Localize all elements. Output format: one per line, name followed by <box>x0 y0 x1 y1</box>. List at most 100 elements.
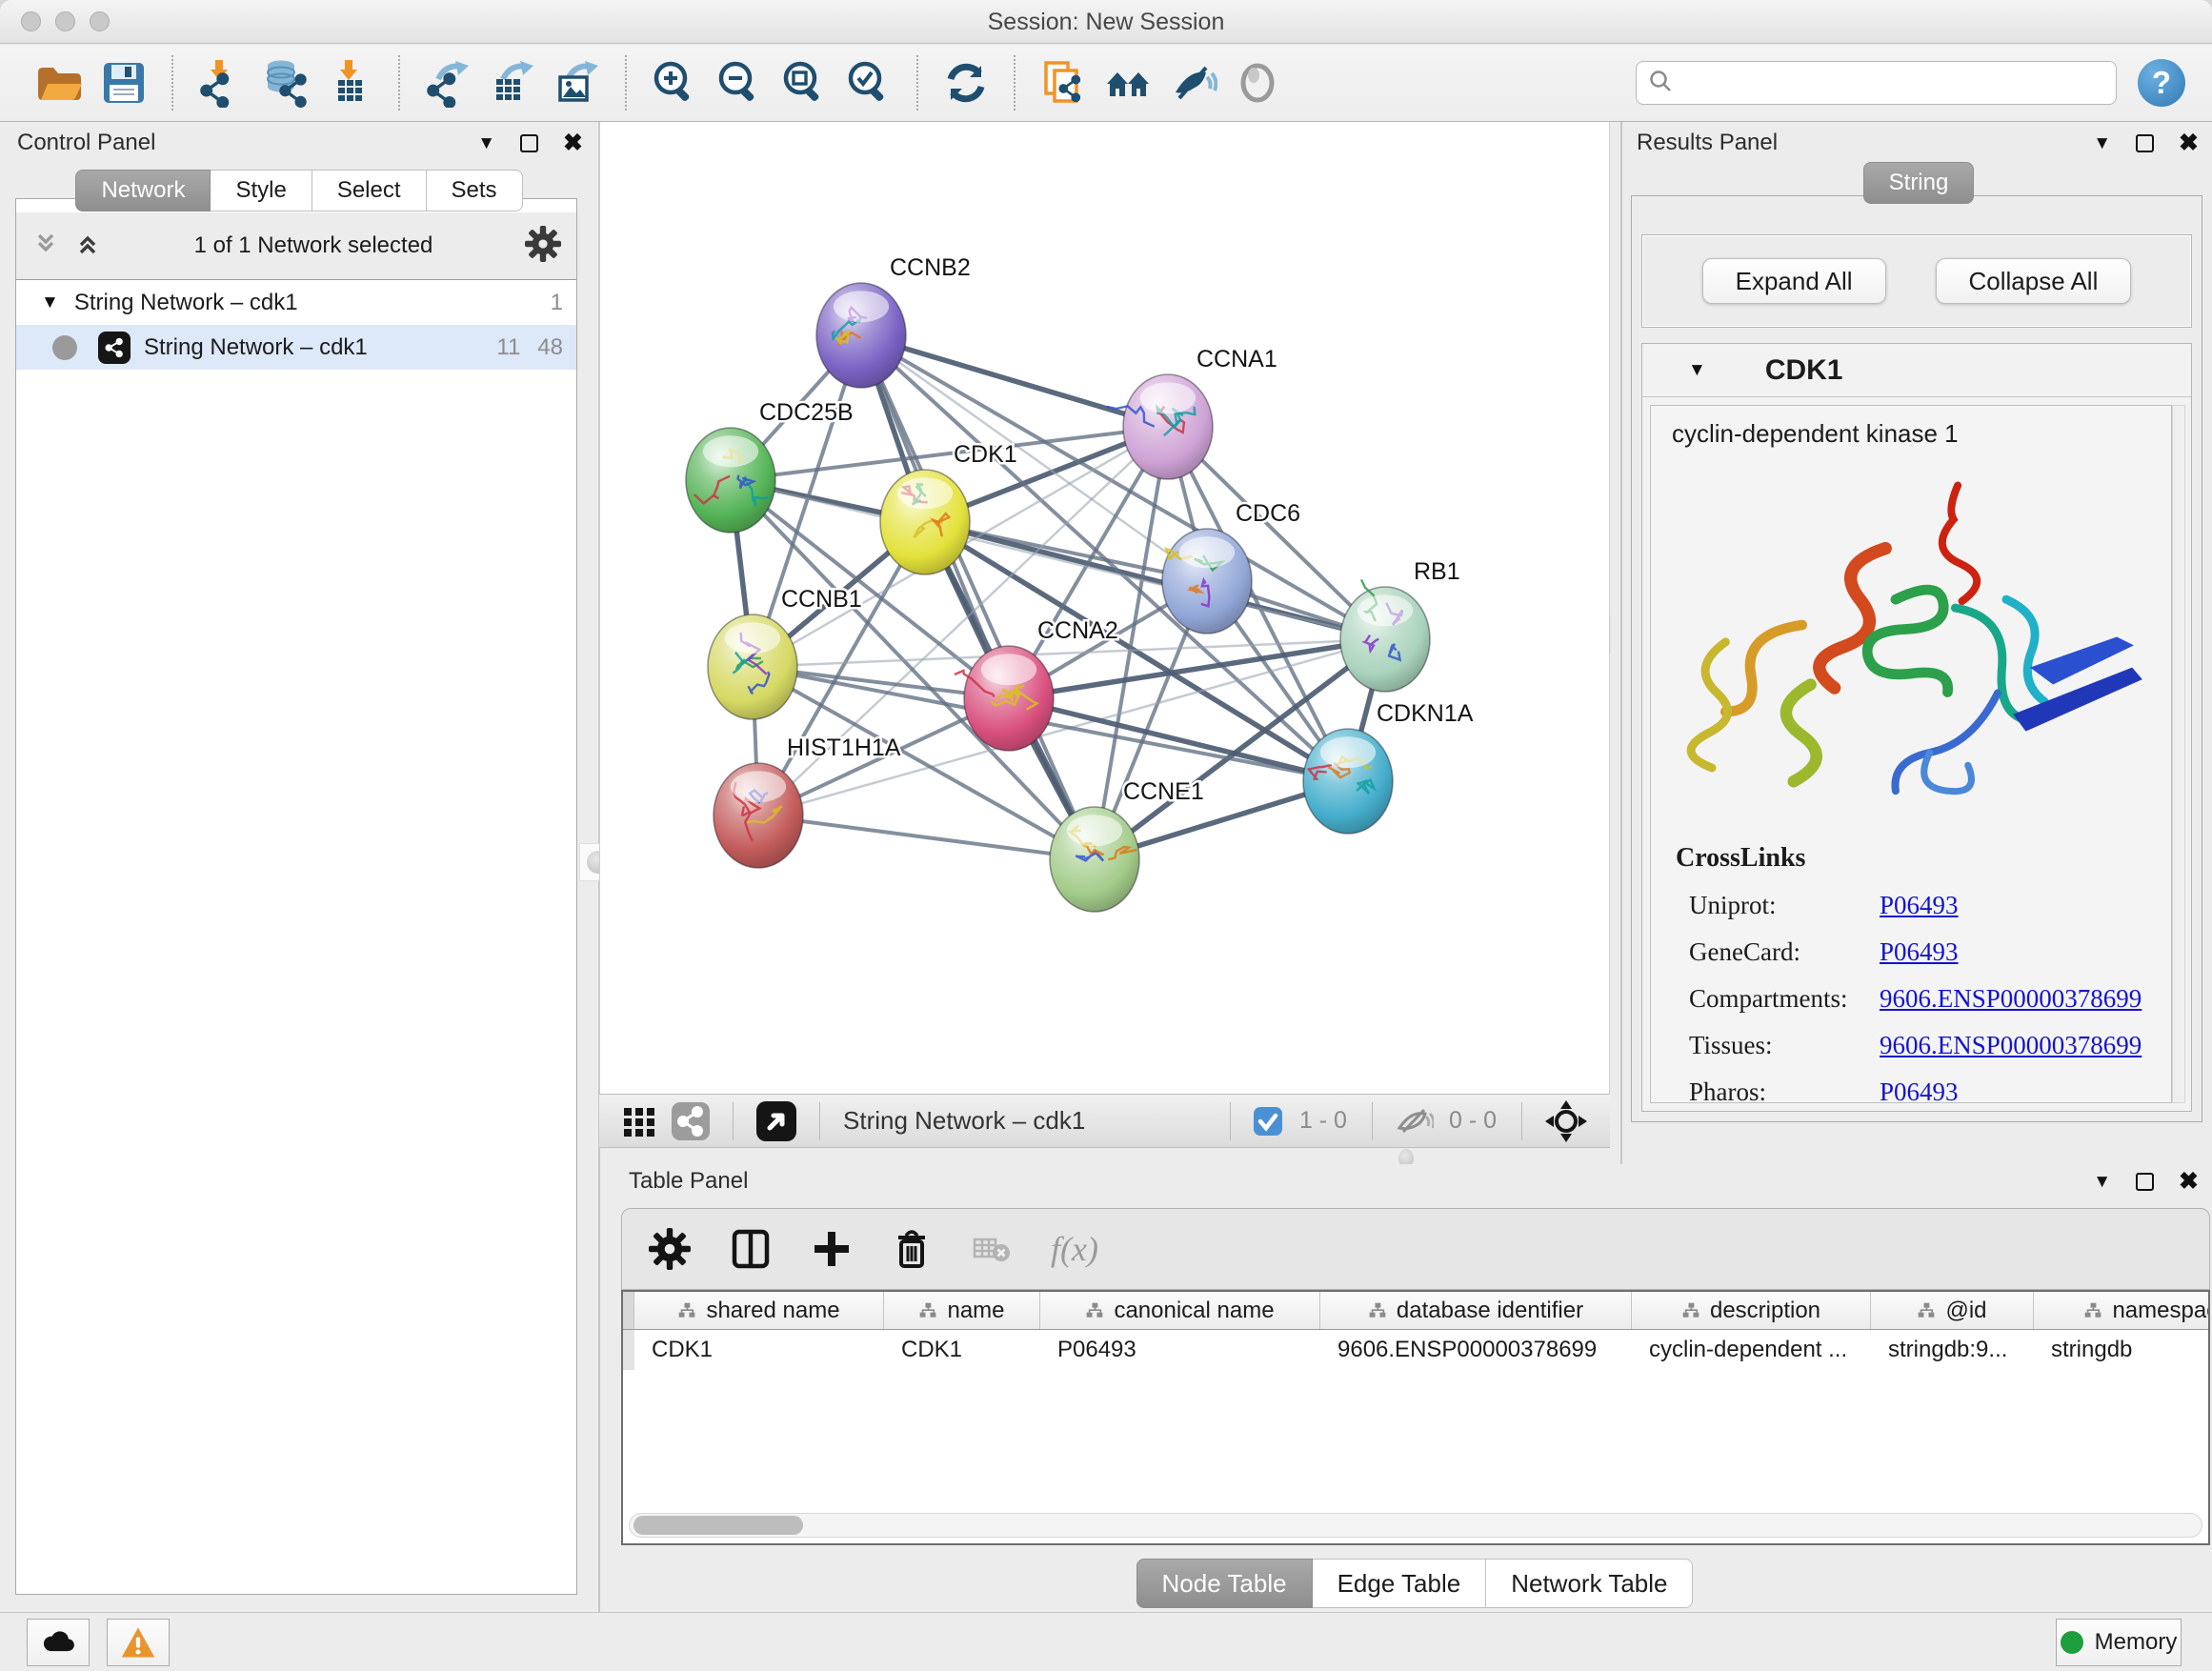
zoom-selected-button[interactable] <box>841 55 896 111</box>
table-cell[interactable]: 9606.ENSP00000378699 <box>1320 1330 1632 1370</box>
cloud-status-button[interactable] <box>27 1619 90 1666</box>
table-settings-gear-icon[interactable] <box>649 1228 691 1270</box>
gene-entry-collapse-icon[interactable]: ▼ <box>1688 361 1706 379</box>
table-cell[interactable]: P06493 <box>1040 1330 1320 1370</box>
export-table-button[interactable] <box>485 55 540 111</box>
first-neighbors-button[interactable] <box>1100 55 1156 111</box>
import-network-from-file-button[interactable] <box>193 55 249 111</box>
network-status-dot <box>52 335 77 360</box>
clone-network-button[interactable] <box>1036 55 1091 111</box>
node-CCNA1[interactable]: CCNA1 <box>1107 346 1277 479</box>
control-panel-close-icon[interactable]: ✖ <box>563 131 583 155</box>
search-box[interactable] <box>1636 61 2117 105</box>
crosslink-link[interactable]: P06493 <box>1880 937 1959 967</box>
create-column-plus-icon[interactable] <box>811 1228 853 1270</box>
column-header-database-identifier[interactable]: database identifier <box>1320 1292 1632 1329</box>
selected-checkbox-icon[interactable] <box>1252 1105 1284 1137</box>
tree-expand-icon[interactable]: ▼ <box>41 293 59 312</box>
column-header-name[interactable]: name <box>884 1292 1040 1329</box>
help-button[interactable]: ? <box>2138 59 2185 107</box>
search-input[interactable] <box>1682 65 2104 101</box>
node-CCNB1[interactable]: CCNB1 <box>708 586 862 719</box>
zoom-in-button[interactable] <box>647 55 702 111</box>
crosslink-link[interactable]: P06493 <box>1880 1077 1959 1103</box>
hidden-eye-icon[interactable] <box>1394 1101 1434 1141</box>
expand-all-button[interactable]: Expand All <box>1702 258 1886 304</box>
control-panel-menu-icon[interactable]: ▼ <box>477 134 495 152</box>
network-collection-row[interactable]: ▼ String Network – cdk1 1 <box>16 280 576 325</box>
column-header-namespace[interactable]: namespace <box>2034 1292 2210 1329</box>
results-panel-float-icon[interactable] <box>2136 134 2154 152</box>
fullscreen-icon[interactable] <box>754 1099 798 1143</box>
table-horizontal-scrollbar[interactable] <box>629 1513 2202 1538</box>
show-all-button[interactable] <box>1230 55 1285 111</box>
table-toolbar: f(x) <box>621 1208 2210 1290</box>
table-row[interactable]: CDK1CDK1P064939606.ENSP00000378699cyclin… <box>623 1330 2208 1370</box>
import-network-from-database-button[interactable] <box>258 55 313 111</box>
edge-CCNB2-CCNA1[interactable] <box>861 335 1168 427</box>
warnings-button[interactable] <box>107 1619 170 1666</box>
open-session-button[interactable] <box>31 55 87 111</box>
node-CCNB2[interactable]: CCNB2 <box>816 254 971 388</box>
crosslink-link[interactable]: P06493 <box>1880 891 1959 920</box>
save-session-button[interactable] <box>96 55 151 111</box>
tab-network[interactable]: Network <box>75 170 211 211</box>
network-view[interactable]: CCNB2 CCNA1 CDC25B CDK1 CDC6 RB1 CCNB1 C… <box>599 122 1610 1094</box>
right-splitter[interactable] <box>1620 122 1622 1164</box>
tab-sets[interactable]: Sets <box>427 170 523 211</box>
tab-select[interactable]: Select <box>312 170 427 211</box>
results-scrollbar[interactable] <box>2172 405 2185 1103</box>
results-panel-menu-icon[interactable]: ▼ <box>2093 134 2111 152</box>
pan-crosshair-icon[interactable] <box>1543 1098 1589 1144</box>
export-network-button[interactable] <box>420 55 475 111</box>
control-panel-float-icon[interactable] <box>520 134 538 152</box>
tab-edge-table[interactable]: Edge Table <box>1313 1559 1487 1608</box>
table-panel-float-icon[interactable] <box>2136 1173 2154 1191</box>
table-panel-close-icon[interactable]: ✖ <box>2179 1170 2199 1194</box>
export-image-button[interactable] <box>550 55 605 111</box>
birds-eye-grid-icon[interactable] <box>620 1102 658 1140</box>
table-cell[interactable]: stringdb <box>2034 1330 2210 1370</box>
network-options-gear-icon[interactable] <box>525 226 561 267</box>
crosslink-link[interactable]: 9606.ENSP00000378699 <box>1880 984 2142 1014</box>
zoom-fit-button[interactable] <box>776 55 832 111</box>
results-panel-close-icon[interactable]: ✖ <box>2179 131 2199 155</box>
collapse-all-networks-icon[interactable] <box>31 230 60 263</box>
column-header-description[interactable]: description <box>1632 1292 1871 1329</box>
crosslinks-section: CrossLinks Uniprot:P06493GeneCard:P06493… <box>1676 843 2171 1103</box>
crosslink-link[interactable]: 9606.ENSP00000378699 <box>1880 1031 2142 1060</box>
tab-node-table[interactable]: Node Table <box>1136 1559 1313 1608</box>
table-panel-menu-icon[interactable]: ▼ <box>2093 1173 2111 1191</box>
edge-CCNB2-CCNE1[interactable] <box>861 335 1095 859</box>
apply-layout-button[interactable] <box>938 55 994 111</box>
show-columns-icon[interactable] <box>729 1227 773 1271</box>
node-label-CDKN1A: CDKN1A <box>1377 700 1474 727</box>
network-view-toolbar: String Network – cdk1 1 - 0 0 - 0 <box>599 1094 1610 1148</box>
network-row[interactable]: String Network – cdk1 11 48 <box>16 325 576 370</box>
collapse-all-button[interactable]: Collapse All <box>1936 258 2132 304</box>
node-CDKN1A[interactable]: CDKN1A <box>1303 700 1474 834</box>
memory-button[interactable]: Memory <box>2056 1619 2182 1666</box>
table-cell[interactable]: CDK1 <box>884 1330 1040 1370</box>
delete-column-trash-icon[interactable] <box>891 1228 933 1270</box>
import-table-from-file-button[interactable] <box>323 55 378 111</box>
node-RB1[interactable]: RB1 <box>1340 558 1460 692</box>
table-cell[interactable]: CDK1 <box>634 1330 884 1370</box>
tab-network-table[interactable]: Network Table <box>1486 1559 1693 1608</box>
network-share-icon[interactable] <box>670 1100 712 1142</box>
crosslink-row: Compartments:9606.ENSP00000378699 <box>1676 984 2171 1014</box>
table-cell[interactable]: stringdb:9... <box>1871 1330 2034 1370</box>
node-table[interactable]: shared namenamecanonical namedatabase id… <box>621 1290 2210 1545</box>
node-CCNE1[interactable]: CCNE1 <box>1050 778 1204 912</box>
tab-style[interactable]: Style <box>211 170 312 211</box>
column-header-@id[interactable]: @id <box>1871 1292 2034 1329</box>
table-cell[interactable]: cyclin-dependent ... <box>1632 1330 1871 1370</box>
column-header-shared-name[interactable]: shared name <box>634 1292 884 1329</box>
scrollbar-thumb[interactable] <box>633 1516 803 1535</box>
tab-string[interactable]: String <box>1863 162 1975 204</box>
hide-selected-button[interactable] <box>1165 55 1220 111</box>
edge-HIST1H1A-CCNE1[interactable] <box>758 815 1095 859</box>
column-header-canonical-name[interactable]: canonical name <box>1040 1292 1320 1329</box>
expand-all-networks-icon[interactable] <box>73 230 102 263</box>
zoom-out-button[interactable] <box>712 55 767 111</box>
